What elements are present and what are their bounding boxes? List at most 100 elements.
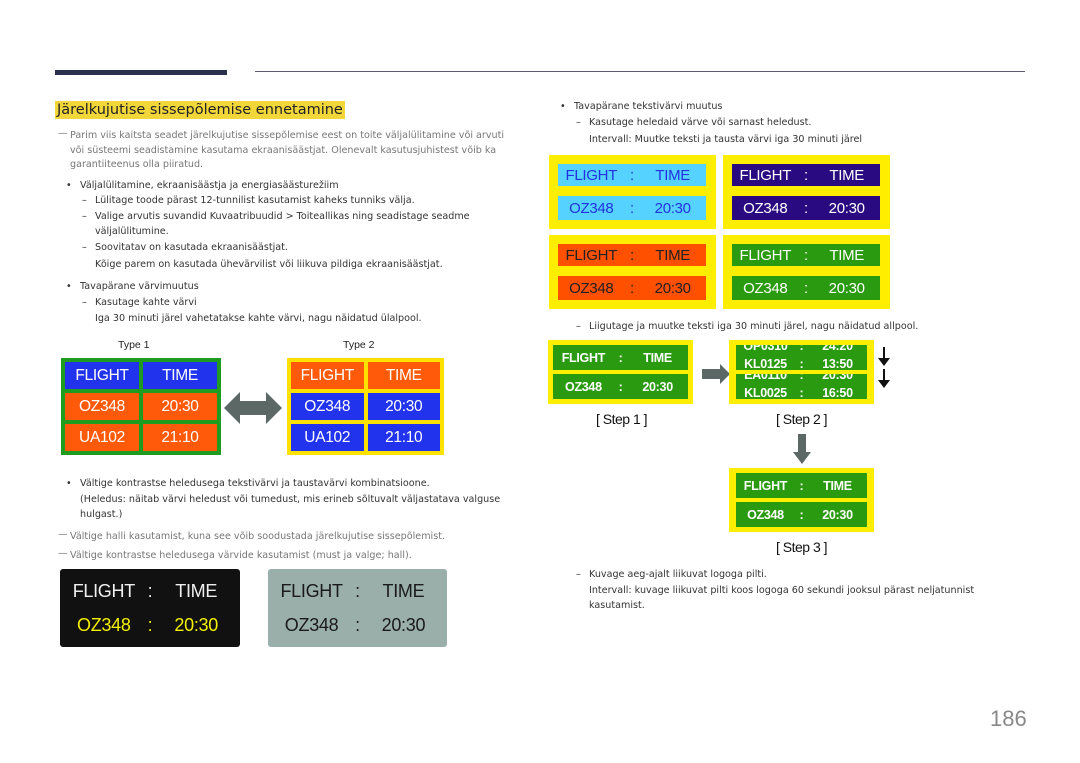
board-cell: 20:30: [654, 199, 691, 217]
board-separator: :: [630, 279, 634, 297]
type2-cell: 21:10: [367, 424, 440, 451]
down-arrow-icon: [793, 434, 811, 464]
board-cell: FLIGHT: [565, 246, 618, 264]
board-cell: 20:30: [828, 199, 865, 217]
board-cell: TIME: [175, 580, 218, 601]
board-separator: :: [630, 199, 634, 217]
board-green: FLIGHT : TIME OZ348 : 20:30: [723, 235, 890, 309]
board-cell: 20:30: [381, 614, 426, 635]
type2-label: Type 2: [343, 339, 375, 351]
board-cell: TIME: [382, 580, 425, 601]
board-separator: :: [630, 166, 634, 184]
header-rule: [255, 71, 1025, 72]
board-cell: 20:30: [654, 279, 691, 297]
board-cell: 20:30: [174, 614, 218, 635]
board-cell: FLIGHT: [743, 478, 788, 493]
board-cell: TIME: [829, 246, 864, 264]
bullet-poweroff-item-2: Valige arvutis suvandid Kuvaatribuudid >…: [82, 210, 500, 239]
board-cell: OZ348: [569, 199, 614, 217]
board-cell: FLIGHT: [565, 166, 618, 184]
board-cell: KL0125: [744, 357, 787, 370]
board-separator: :: [804, 246, 808, 264]
board-separator: :: [804, 166, 808, 184]
bullet-poweroff-item-3: Soovitatav on kasutada ekraanisäästjat.: [82, 241, 515, 256]
board-cell: TIME: [643, 350, 672, 365]
type2-cell: UA102: [291, 424, 364, 451]
board-cell: 20:30: [822, 374, 853, 382]
board-separator: :: [799, 357, 804, 370]
note-gray: Vältige halli kasutamist, kuna see võib …: [58, 528, 520, 545]
page-number: 186: [990, 706, 1027, 731]
board-separator: :: [147, 580, 153, 601]
board-cell: OZ348: [747, 507, 784, 522]
board-cell: FLIGHT: [72, 580, 136, 601]
type1-cell: 21:10: [143, 424, 217, 451]
board-separator: :: [804, 199, 808, 217]
step1-board: FLIGHT : TIME OZ348 : 20:30: [548, 340, 693, 404]
board-separator: :: [804, 279, 808, 297]
header-accent-bar: [55, 70, 227, 75]
board-separator: :: [799, 507, 804, 522]
step2-panel-top: OP0310 : 24:20 KL0125 : 13:50: [736, 345, 867, 370]
type2-cell: 20:30: [367, 393, 440, 420]
type1-cell: OZ348: [65, 393, 139, 420]
board-cell: OZ348: [565, 379, 602, 394]
bullet-poweroff-item-1: Lülitage toode pärast 12-tunnilist kasut…: [82, 194, 515, 209]
board-cell: TIME: [655, 246, 690, 264]
bullet-colorchange-extra: Iga 30 minuti järel vahetatakse kahte vä…: [95, 313, 422, 324]
bullet-colorchange-item: Kasutage kahte värvi: [82, 296, 515, 311]
board-separator: :: [799, 374, 804, 382]
board-cell: FLIGHT: [739, 166, 792, 184]
step3-label: [ Step 3 ]: [776, 539, 828, 555]
board-cell: OP0310: [743, 345, 788, 353]
type2-table: FLIGHT TIME OZ348 20:30 UA102 21:10: [287, 358, 444, 455]
bullet-textcolor-title: Tavapärane tekstivärvi muutus: [560, 100, 1014, 115]
board-cell: 20:30: [828, 279, 865, 297]
step3-board: FLIGHT : TIME OZ348 : 20:30: [729, 468, 874, 532]
board-separator: :: [618, 379, 623, 394]
move-item: Liigutage ja muutke teksti iga 30 minuti…: [576, 320, 1029, 335]
type1-cell: FLIGHT: [65, 362, 139, 389]
board-separator: :: [147, 614, 153, 635]
bullet-poweroff-title: Väljalülitamine, ekraanisäästja ja energ…: [66, 179, 520, 194]
board-black-yellow: FLIGHT : TIME OZ348 : 20:30: [60, 569, 240, 647]
board-separator: :: [618, 350, 623, 365]
board-cell: 24:20: [822, 345, 853, 353]
bullet-contrast-title: Vältige kontrastse heledusega tekstivärv…: [66, 477, 520, 492]
type2-cell: TIME: [367, 362, 440, 389]
board-cell: FLIGHT: [739, 246, 792, 264]
board-separator: :: [799, 478, 804, 493]
board-cell: TIME: [829, 166, 864, 184]
board-cell: FLIGHT: [280, 580, 343, 601]
intro-note: Parim viis kaitsta seadet järelkujutise …: [58, 127, 520, 173]
step2-panel-bottom: EA0110 : 20:30 KL0025 : 16:50: [736, 374, 867, 399]
step2-label: [ Step 2 ]: [776, 411, 828, 427]
logo-item: Kuvage aeg-ajalt liikuvat logoga pilti.: [576, 568, 1009, 583]
bullet-colorchange-title: Tavapärane värvimuutus: [66, 280, 520, 295]
board-cell: FLIGHT: [561, 350, 606, 365]
board-cell: TIME: [823, 478, 852, 493]
down-arrow-icon: [878, 369, 890, 388]
step1-label: [ Step 1 ]: [596, 411, 648, 427]
board-separator: :: [799, 386, 804, 399]
board-cell: OZ348: [284, 614, 339, 635]
board-cell: 20:30: [642, 379, 673, 394]
bullet-textcolor-extra: Intervall: Muutke teksti ja tausta värvi…: [589, 134, 863, 145]
down-arrow-icon: [878, 347, 890, 366]
bullet-textcolor-item: Kasutage heledaid värve või sarnast hele…: [576, 116, 1009, 131]
type1-cell: UA102: [65, 424, 139, 451]
bullet-contrast-extra: (Heledus: näitab värvi heledust või tume…: [80, 494, 501, 520]
board-cell: TIME: [655, 166, 690, 184]
board-cell: OZ348: [77, 614, 131, 635]
board-cell: EA0110: [744, 374, 787, 382]
board-cell: OZ348: [743, 199, 788, 217]
note-contrast: Vältige kontrastse heledusega värvide ka…: [58, 547, 520, 564]
right-arrow-icon: [702, 364, 730, 384]
board-cell: 20:30: [822, 507, 853, 522]
board-purple: FLIGHT : TIME OZ348 : 20:30: [723, 155, 890, 229]
board-separator: :: [355, 580, 360, 601]
board-orange: FLIGHT : TIME OZ348 : 20:30: [549, 235, 716, 309]
type2-cell: OZ348: [291, 393, 364, 420]
bullet-poweroff-extra: Kõige parem on kasutada ühevärvilist või…: [95, 259, 443, 270]
logo-extra: Intervall: kuvage liikuvat pilti koos lo…: [589, 585, 975, 611]
